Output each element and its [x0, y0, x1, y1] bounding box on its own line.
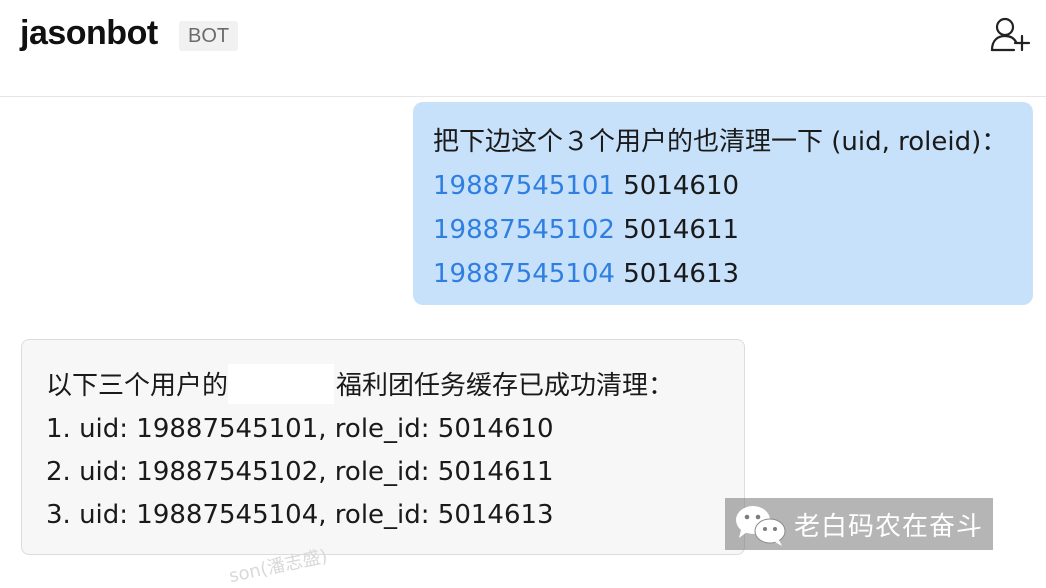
add-user-button[interactable] — [988, 14, 1036, 60]
chat-title: jasonbot — [20, 14, 158, 52]
bot-message-intro: 以下三个用户的 福利团任务缓存已成功清理： — [46, 364, 744, 408]
uid-link[interactable]: 19887545102 — [433, 215, 615, 245]
bot-list-item: 1. uid: 19887545101, role_id: 5014610 — [46, 414, 554, 444]
bot-intro-before: 以下三个用户的 — [46, 371, 229, 401]
bot-list-item: 3. uid: 19887545104, role_id: 5014613 — [46, 500, 554, 530]
user-message-intro: 把下边这个３个用户的也清理一下 (uid, roleid)： — [433, 127, 1008, 157]
user-message-bubble: 把下边这个３个用户的也清理一下 (uid, roleid)： 198875451… — [413, 102, 1033, 305]
user-message-row: 19887545102 5014611 — [433, 208, 1033, 252]
uid-link[interactable]: 19887545104 — [433, 259, 615, 289]
user-message-row: 19887545104 5014613 — [433, 252, 1033, 296]
wechat-logo-icon — [736, 506, 786, 546]
redacted-block — [228, 364, 335, 404]
chat-header: jasonbot BOT — [0, 0, 1046, 97]
add-user-icon — [990, 17, 1031, 52]
watermark-text: 老白码农在奋斗 — [794, 512, 984, 542]
watermark-badge: 老白码农在奋斗 — [725, 498, 993, 550]
chat-area[interactable]: 把下边这个３个用户的也清理一下 (uid, roleid)： 198875451… — [0, 97, 1046, 587]
user-message-row: 19887545101 5014610 — [433, 164, 1033, 208]
bot-badge: BOT — [179, 21, 239, 51]
bot-message-bubble: 以下三个用户的 福利团任务缓存已成功清理： 1. uid: 19887545101… — [21, 339, 745, 555]
bot-intro-after: 福利团任务缓存已成功清理： — [336, 371, 675, 401]
bot-list-item: 2. uid: 19887545102, role_id: 5014611 — [46, 457, 554, 487]
roleid-text: 5014610 — [623, 171, 740, 201]
roleid-text: 5014613 — [623, 259, 740, 289]
roleid-text: 5014611 — [623, 215, 740, 245]
uid-link[interactable]: 19887545101 — [433, 171, 615, 201]
